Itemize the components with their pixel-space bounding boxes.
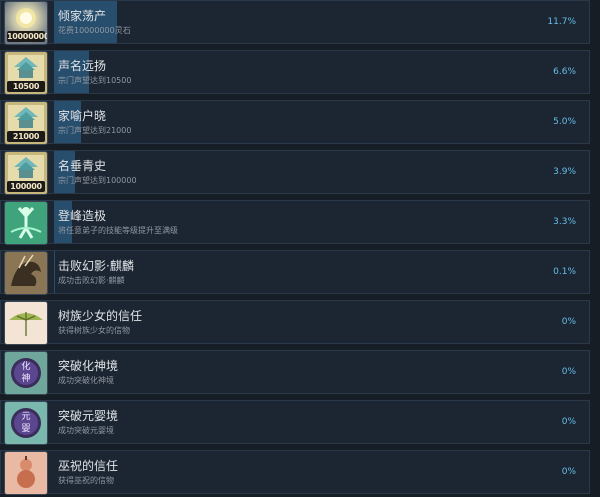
achievement-list: 10000000 倾家荡产花费10000000灵石 11.7% 10500 声名远扬宗门… <box>0 0 600 497</box>
unlock-percentage: 6.6% <box>553 67 576 77</box>
unlock-percentage: 3.3% <box>553 217 576 227</box>
leaf-umbrella-icon <box>4 301 48 345</box>
achievement-description: 成功突破化神境 <box>58 376 114 385</box>
achievement-title: 突破化神境 <box>58 359 119 373</box>
achievement-row: 登峰造极将任意弟子的技能等级提升至满级 3.3% <box>0 200 590 245</box>
achievement-title: 名垂青史 <box>58 159 107 173</box>
unlock-percentage: 5.0% <box>553 117 576 127</box>
unlock-percentage: 0.1% <box>553 267 576 277</box>
achievement-row: 21000 家喻户晓宗门声望达到21000 5.0% <box>0 100 590 145</box>
icon-badge: 10500 <box>7 81 45 92</box>
achievement-description: 宗门声望达到100000 <box>58 176 137 185</box>
achievement-row: 10500 声名远扬宗门声望达到10500 6.6% <box>0 50 590 95</box>
achievement-row: 100000 名垂青史宗门声望达到100000 3.9% <box>0 150 590 195</box>
svg-text:化: 化 <box>21 360 30 372</box>
unlock-percentage: 11.7% <box>547 17 576 27</box>
svg-text:神: 神 <box>21 372 30 384</box>
achievement-title: 击败幻影·麒麟 <box>58 259 134 273</box>
achievement-title: 树族少女的信任 <box>58 309 143 323</box>
achievement-description: 获得巫祝的信物 <box>58 476 114 485</box>
achievement-title: 家喻户晓 <box>58 109 107 123</box>
unlock-percentage: 0% <box>561 317 576 327</box>
achievement-description: 将任意弟子的技能等级提升至满级 <box>58 226 178 235</box>
sect-hall-emblem-icon: 10500 <box>4 51 48 95</box>
svg-text:元: 元 <box>21 412 30 422</box>
achievement-row: 化神突破化神境 成功突破化神境 0% <box>0 350 590 395</box>
achievement-description: 宗门声望达到10500 <box>58 76 132 85</box>
achievement-row: 巫祝的信任获得巫祝的信物 0% <box>0 450 590 495</box>
achievement-title: 巫祝的信任 <box>58 459 119 473</box>
unlock-percentage: 3.9% <box>553 167 576 177</box>
realm-orb-yuanying-icon: 元婴 <box>4 401 48 445</box>
unlock-percentage: 0% <box>561 367 576 377</box>
achievement-row: 10000000 倾家荡产花费10000000灵石 11.7% <box>0 0 590 45</box>
achievement-row: 击败幻影·麒麟成功击败幻影·麒麟 0.1% <box>0 250 590 295</box>
achievement-description: 成功突破元婴境 <box>58 426 114 435</box>
icon-badge: 10000000 <box>7 31 48 42</box>
qilin-beast-icon <box>4 251 48 295</box>
achievement-title: 倾家荡产 <box>58 9 107 23</box>
achievement-title: 登峰造极 <box>58 209 107 223</box>
achievement-description: 成功击败幻影·麒麟 <box>58 276 125 285</box>
sect-hall-emblem-icon: 21000 <box>4 101 48 145</box>
gold-coin-icon: 10000000 <box>4 1 48 45</box>
realm-orb-huashen-icon: 化神 <box>4 351 48 395</box>
achievement-title: 突破元婴境 <box>58 409 119 423</box>
achievement-description: 宗门声望达到21000 <box>58 126 132 135</box>
achievement-title: 声名远扬 <box>58 59 107 73</box>
unlock-percentage: 0% <box>561 417 576 427</box>
achievement-description: 花费10000000灵石 <box>58 26 131 35</box>
icon-badge: 21000 <box>7 131 45 142</box>
achievement-description: 获得树族少女的信物 <box>58 326 130 335</box>
achievement-row: 元婴突破元婴境 成功突破元婴境 0% <box>0 400 590 445</box>
gourd-token-icon <box>4 451 48 495</box>
ascending-figure-icon <box>4 201 48 245</box>
achievement-row: 树族少女的信任获得树族少女的信物 0% <box>0 300 590 345</box>
sect-hall-emblem-icon: 100000 <box>4 151 48 195</box>
svg-text:婴: 婴 <box>21 423 30 434</box>
unlock-progress-bar <box>54 251 55 293</box>
unlock-percentage: 0% <box>561 467 576 477</box>
icon-badge: 100000 <box>7 181 45 192</box>
